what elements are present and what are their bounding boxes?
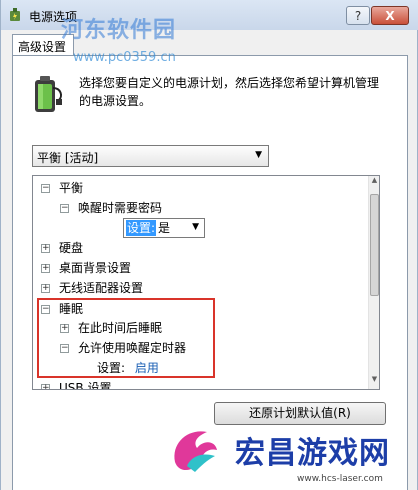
restore-plan-defaults-button[interactable]: 还原计划默认值(R) [214, 402, 386, 425]
expand-icon[interactable]: + [41, 264, 50, 273]
watermark-text-top: 河东软件园 [61, 18, 177, 43]
watermark-brand: 宏昌游戏网 [235, 436, 390, 471]
wake-password-setting-dropdown[interactable]: 设置: 是 ▼ [123, 218, 205, 238]
expand-icon[interactable]: + [41, 384, 50, 389]
tree-item-label: 硬盘 [59, 241, 84, 255]
close-button[interactable]: X [371, 6, 409, 25]
collapse-icon[interactable]: − [41, 184, 50, 193]
setting-value-link[interactable]: 启用 [135, 361, 159, 375]
battery-plug-icon [35, 76, 62, 112]
expand-icon[interactable]: + [41, 284, 50, 293]
setting-label: 设置: [126, 220, 157, 236]
power-plan-dropdown[interactable]: 平衡 [活动] ▼ [32, 145, 269, 167]
setting-label: 设置: [97, 361, 126, 375]
expand-icon[interactable]: + [60, 324, 69, 333]
power-plan-value: 平衡 [活动] [37, 151, 99, 165]
tree-item-label: 唤醒时需要密码 [78, 201, 163, 215]
tree-item-label: 桌面背景设置 [59, 261, 132, 275]
chevron-down-icon: ▼ [255, 150, 262, 160]
setting-value: 是 [158, 221, 171, 235]
description-text: 选择您要自定义的电源计划，然后选择您希望计算机管理的电源设置。 [79, 76, 380, 108]
tree-item-label: USB 设置 [59, 381, 112, 390]
watermark-logo-icon [174, 431, 217, 472]
scroll-up-arrow-icon[interactable]: ▲ [369, 176, 380, 190]
tree-item-label: 无线适配器设置 [59, 281, 144, 295]
chevron-down-icon: ▼ [192, 222, 199, 232]
watermark-url-top: www.pc0359.cn [73, 50, 176, 65]
power-options-icon [10, 8, 20, 21]
tree-item-label: 允许使用唤醒定时器 [78, 341, 187, 355]
scrollbar-thumb[interactable] [370, 194, 379, 296]
scroll-down-arrow-icon[interactable]: ▼ [369, 375, 380, 389]
collapse-icon[interactable]: − [60, 204, 69, 213]
expand-icon[interactable]: + [41, 244, 50, 253]
wake-timers-setting[interactable]: 设置: 启用 [97, 358, 159, 378]
settings-tree[interactable]: − 平衡 − 唤醒时需要密码 + 硬盘 + 桌面背景设置 + 无线适配器设置 −… [32, 175, 380, 390]
tree-item-label: 在此时间后睡眠 [78, 321, 163, 335]
tree-scrollbar[interactable]: ▲ ▼ [368, 176, 379, 389]
power-options-window: 电源选项 ? X 高级设置 选择您要自定义的电源计划，然后选择您希望计算机管理的… [0, 0, 418, 490]
collapse-icon[interactable]: − [41, 305, 50, 314]
tree-item-label: 平衡 [59, 181, 84, 195]
tree-item-label: 睡眠 [59, 302, 84, 316]
help-button[interactable]: ? [346, 6, 370, 25]
collapse-icon[interactable]: − [60, 344, 69, 353]
watermark-site: www.hcs-laser.com [297, 474, 383, 484]
